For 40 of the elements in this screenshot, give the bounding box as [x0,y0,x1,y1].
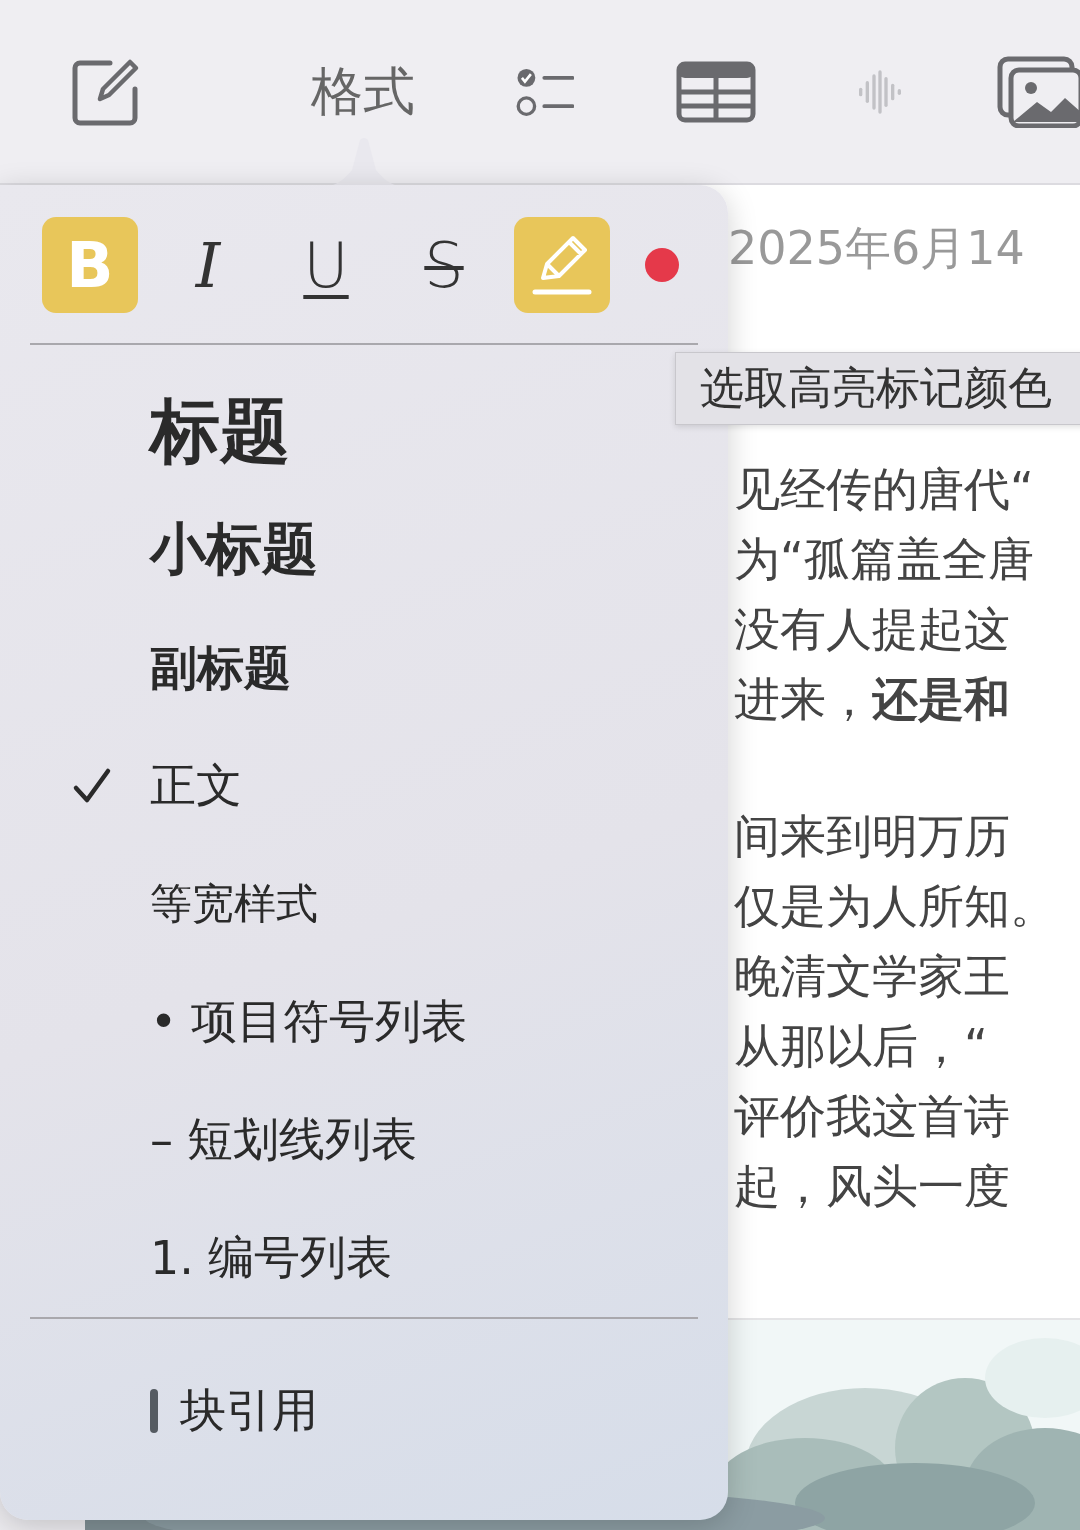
menu-label: 小标题 [150,515,318,583]
note-text-line: 仅是为人所知。 [733,878,1057,935]
menu-label: 编号列表 [207,1229,392,1286]
style-menu-item[interactable]: 副标题 [0,609,660,727]
style-menu-item[interactable]: 1. 编号列表 [0,1199,660,1317]
note-text-line: 为“孤篇盖全唐 [733,531,1035,588]
menu-label: 副标题 [150,638,291,697]
list-marker: • [150,995,178,1049]
list-marker: 1. [150,1231,194,1285]
menu-label: 块引用 [180,1382,318,1439]
menu-label: 标题 [150,389,290,474]
tooltip: 选取高亮标记颜色 [675,352,1080,425]
menu-label: 等宽样式 [150,878,318,930]
quote-bar-icon [150,1389,158,1433]
italic-button[interactable]: I [160,217,256,313]
menu-label: 正文 [150,757,242,814]
note-text-line: 见经传的唐代“ [733,461,1035,518]
menu-label: 短划线列表 [187,1111,417,1168]
note-text-line: 从那以后，“ [733,1018,989,1075]
block-quote-item[interactable]: 块引用 [0,1319,728,1503]
strikethrough-button[interactable]: S [396,217,492,313]
style-menu-item[interactable]: 等宽样式 [0,845,660,963]
list-marker: – [150,1113,173,1167]
photo-icon[interactable] [997,55,1080,128]
note-text-line: 进来，还是和 [733,671,1011,728]
note-text-line: 晚清文学家王 [733,948,1011,1005]
underline-button[interactable]: U [278,217,374,313]
note-text-line: 间来到明万历 [733,808,1011,865]
style-menu-item[interactable]: – 短划线列表 [0,1081,660,1199]
menu-label: 项目符号列表 [191,993,468,1050]
table-icon[interactable] [676,60,756,123]
style-menu-item[interactable]: • 项目符号列表 [0,963,660,1081]
format-button[interactable]: 格式 [311,56,415,127]
style-menu-item[interactable]: 正文 [0,727,660,845]
note-text-line: 没有人提起这 [733,601,1011,658]
note-date: 2025年6月14 [728,220,1026,276]
note-text-line: 评价我这首诗 [733,1088,1011,1145]
style-menu-item[interactable]: 小标题 [0,491,660,609]
style-menu-item[interactable]: 标题 [0,373,660,491]
note-text-line: 起，风头一度 [733,1158,1011,1215]
